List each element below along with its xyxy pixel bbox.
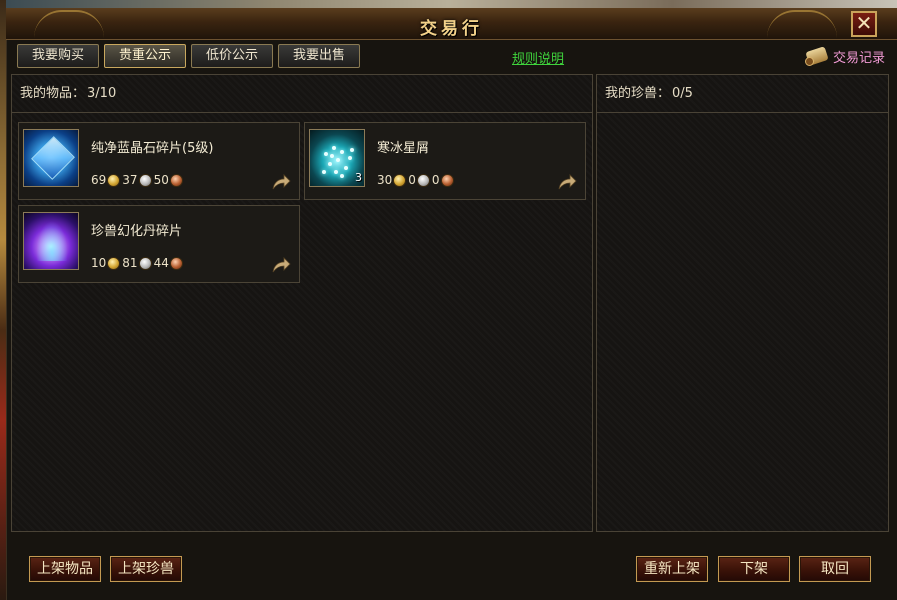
gold-coin-icon	[107, 256, 121, 270]
tab-buy[interactable]: 我要购买	[17, 44, 99, 68]
close-icon: ✕	[855, 11, 873, 35]
item-card[interactable]: 珍兽幻化丹碎片 10 81 44	[18, 205, 300, 283]
my-pets-header: 我的珍兽： 0/5	[597, 75, 888, 113]
my-pets-count: 0/5	[672, 86, 693, 101]
item-icon-slot[interactable]: 3	[309, 129, 365, 187]
share-arrow-icon[interactable]	[557, 173, 577, 191]
silver-coin-icon	[138, 173, 152, 187]
copper-amount: 0	[431, 173, 440, 187]
copper-coin-icon	[169, 256, 183, 270]
silver-amount: 81	[122, 256, 138, 270]
title-bar: 交易行 ✕	[6, 8, 897, 40]
copper-coin-icon	[169, 173, 183, 187]
share-arrow-icon[interactable]	[271, 256, 291, 274]
item-quantity: 3	[355, 171, 362, 184]
copper-amount: 44	[153, 256, 169, 270]
my-pets-panel: 我的珍兽： 0/5	[596, 74, 889, 532]
blue-crystal-fragment-icon	[24, 130, 78, 186]
trade-record-button[interactable]: 交易记录	[804, 44, 885, 68]
trade-window: 我要购买 贵重公示 低价公示 我要出售 规则说明 交易记录 我的物品： 3/10…	[6, 40, 897, 600]
item-price: 69 37 50	[91, 173, 185, 187]
tab-low-price-notice[interactable]: 低价公示	[191, 44, 273, 68]
item-icon-slot[interactable]	[23, 129, 79, 187]
relist-button[interactable]: 重新上架	[636, 556, 708, 582]
trade-record-label: 交易记录	[832, 50, 885, 66]
background-scene-top	[0, 0, 897, 8]
item-name: 寒冰星屑	[377, 141, 430, 156]
item-price: 30 0 0	[377, 173, 456, 187]
gold-coin-icon	[393, 173, 407, 187]
gold-coin-icon	[107, 173, 121, 187]
my-items-label: 我的物品：	[20, 86, 86, 101]
list-pet-button[interactable]: 上架珍兽	[110, 556, 182, 582]
item-price: 10 81 44	[91, 256, 185, 270]
silver-coin-icon	[416, 173, 430, 187]
gold-amount: 69	[91, 173, 107, 187]
tab-sell[interactable]: 我要出售	[278, 44, 360, 68]
copper-coin-icon	[440, 173, 454, 187]
item-name: 纯净蓝晶石碎片(5级)	[91, 141, 214, 156]
my-items-panel: 我的物品： 3/10 纯净蓝晶石碎片(5级) 69 37 50 3 寒冰星屑 3…	[11, 74, 593, 532]
my-items-header: 我的物品： 3/10	[12, 75, 592, 113]
window-title: 交易行	[420, 19, 483, 39]
gold-amount: 10	[91, 256, 107, 270]
unlist-button[interactable]: 下架	[718, 556, 790, 582]
my-pets-label: 我的珍兽：	[605, 86, 671, 101]
rules-link[interactable]: 规则说明	[512, 48, 564, 67]
retrieve-button[interactable]: 取回	[799, 556, 871, 582]
gold-amount: 30	[377, 173, 393, 187]
item-card[interactable]: 纯净蓝晶石碎片(5级) 69 37 50	[18, 122, 300, 200]
close-button[interactable]: ✕	[851, 11, 877, 37]
copper-amount: 50	[153, 173, 169, 187]
scroll-icon	[804, 45, 831, 67]
item-icon-slot[interactable]	[23, 212, 79, 270]
share-arrow-icon[interactable]	[271, 173, 291, 191]
item-name: 珍兽幻化丹碎片	[91, 224, 183, 239]
list-item-button[interactable]: 上架物品	[29, 556, 101, 582]
pet-transform-pill-fragment-icon	[24, 213, 78, 269]
my-items-count: 3/10	[87, 86, 117, 101]
silver-amount: 0	[408, 173, 416, 187]
silver-coin-icon	[138, 256, 152, 270]
silver-amount: 37	[122, 173, 138, 187]
tab-valuable-notice[interactable]: 贵重公示	[104, 44, 186, 68]
item-card[interactable]: 3 寒冰星屑 30 0 0	[304, 122, 586, 200]
